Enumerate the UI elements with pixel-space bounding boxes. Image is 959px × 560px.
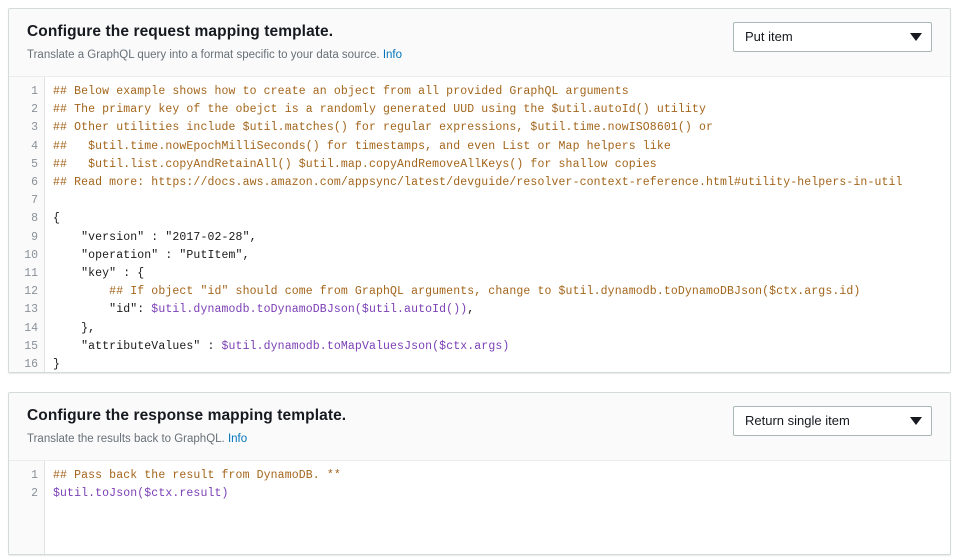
code-token-comment: ## Read more: https://docs.aws.amazon.co… [53, 176, 903, 189]
code-line [53, 192, 950, 210]
response-editor-gutter: 12 [9, 461, 45, 554]
line-number: 14 [9, 320, 44, 338]
chevron-down-icon [910, 33, 922, 41]
code-token-comment: ## Pass back the result from DynamoDB. *… [53, 469, 341, 482]
response-code-editor[interactable]: 12 ## Pass back the result from DynamoDB… [9, 461, 950, 554]
code-line: ## If object "id" should come from Graph… [53, 283, 950, 301]
response-template-select-value: Return single item [745, 413, 904, 429]
code-line: ## Other utilities include $util.matches… [53, 119, 950, 137]
code-token-util: $util.dynamodb.toDynamoDBJson($util.auto… [151, 303, 467, 316]
request-info-link[interactable]: Info [383, 49, 402, 61]
code-line: "key" : { [53, 265, 950, 283]
code-line: "id": $util.dynamodb.toDynamoDBJson($uti… [53, 301, 950, 319]
code-line: "operation" : "PutItem", [53, 247, 950, 265]
line-number: 15 [9, 338, 44, 356]
line-number: 8 [9, 210, 44, 228]
request-mapping-template-panel: Configure the request mapping template. … [8, 8, 951, 373]
code-token-comment: ## Below example shows how to create an … [53, 85, 629, 98]
line-number: 13 [9, 301, 44, 319]
code-line: } [53, 356, 950, 372]
code-line: ## $util.time.nowEpochMilliSeconds() for… [53, 138, 950, 156]
line-number: 16 [9, 356, 44, 372]
code-line: ## Read more: https://docs.aws.amazon.co… [53, 174, 950, 192]
request-panel-header: Configure the request mapping template. … [9, 9, 950, 77]
code-line: { [53, 210, 950, 228]
resolver-mapping-template-page: Configure the request mapping template. … [0, 0, 959, 560]
line-number: 12 [9, 283, 44, 301]
response-info-link[interactable]: Info [228, 433, 247, 445]
code-line: }, [53, 320, 950, 338]
code-token-plain: } [53, 358, 60, 371]
line-number: 1 [9, 467, 44, 485]
code-line: ## The primary key of the obejct is a ra… [53, 101, 950, 119]
line-number: 2 [9, 101, 44, 119]
code-token-comment: ## The primary key of the obejct is a ra… [53, 103, 706, 116]
line-number: 6 [9, 174, 44, 192]
code-line: ## Below example shows how to create an … [53, 83, 950, 101]
code-token-plain: "operation" : "PutItem", [53, 249, 250, 262]
code-line: "attributeValues" : $util.dynamodb.toMap… [53, 338, 950, 356]
line-number: 7 [9, 192, 44, 210]
line-number: 10 [9, 247, 44, 265]
code-token-comment: ## $util.list.copyAndRetainAll() $util.m… [53, 158, 657, 171]
response-editor-code[interactable]: ## Pass back the result from DynamoDB. *… [45, 461, 950, 554]
code-token-plain: { [53, 212, 60, 225]
line-number: 3 [9, 119, 44, 137]
code-token-plain: "id": [53, 303, 151, 316]
code-token-plain: "version" : "2017-02-28", [53, 231, 257, 244]
line-number: 4 [9, 138, 44, 156]
request-panel-subtitle-text: Translate a GraphQL query into a format … [27, 49, 380, 61]
request-template-select-value: Put item [745, 29, 904, 45]
code-token-plain: , [467, 303, 474, 316]
code-token-comment: ## Other utilities include $util.matches… [53, 121, 713, 134]
code-line: $util.toJson($ctx.result) [53, 485, 950, 503]
code-token-plain: }, [53, 322, 95, 335]
request-editor-code[interactable]: ## Below example shows how to create an … [45, 77, 950, 372]
response-panel-subtitle-text: Translate the results back to GraphQL. [27, 433, 225, 445]
request-editor-gutter: 12345678910111213141516 [9, 77, 45, 372]
request-code-editor[interactable]: 12345678910111213141516 ## Below example… [9, 77, 950, 372]
response-mapping-template-panel: Configure the response mapping template.… [8, 392, 951, 555]
response-template-select[interactable]: Return single item [733, 406, 932, 436]
line-number: 11 [9, 265, 44, 283]
code-token-comment: ## $util.time.nowEpochMilliSeconds() for… [53, 140, 671, 153]
code-token-util: $util.dynamodb.toMapValuesJson($ctx.args… [222, 340, 510, 353]
request-template-select[interactable]: Put item [733, 22, 932, 52]
code-token-plain: "key" : { [53, 267, 144, 280]
line-number: 5 [9, 156, 44, 174]
line-number: 1 [9, 83, 44, 101]
code-line: ## $util.list.copyAndRetainAll() $util.m… [53, 156, 950, 174]
code-line: "version" : "2017-02-28", [53, 229, 950, 247]
line-number: 2 [9, 485, 44, 503]
code-token-plain: "attributeValues" : [53, 340, 222, 353]
code-token-util: $util.toJson($ctx.result) [53, 487, 229, 500]
code-line: ## Pass back the result from DynamoDB. *… [53, 467, 950, 485]
code-token-comment: ## If object "id" should come from Graph… [53, 285, 860, 298]
response-panel-header: Configure the response mapping template.… [9, 393, 950, 461]
line-number: 9 [9, 229, 44, 247]
chevron-down-icon [910, 417, 922, 425]
